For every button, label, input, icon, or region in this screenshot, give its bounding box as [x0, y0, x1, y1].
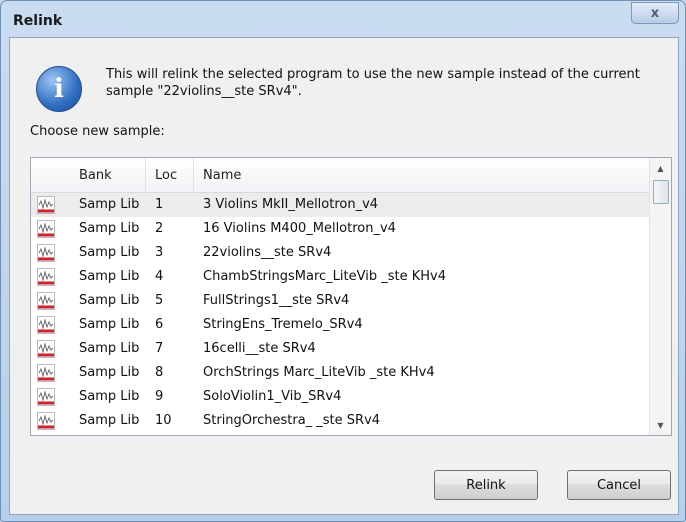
sample-list[interactable]: Bank Loc Name Samp Lib 1 3 Violins MkII_Me… — [30, 157, 672, 436]
waveform-icon — [37, 340, 55, 358]
list-item[interactable]: Samp Lib 10 StringOrchestra_ _ste SRv4 — [31, 409, 649, 433]
cell-loc: 9 — [155, 389, 164, 404]
dialog-title: Relink — [13, 13, 63, 29]
cell-bank: Samp Lib — [79, 269, 140, 284]
close-icon: x — [650, 5, 660, 21]
cell-loc: 7 — [155, 341, 164, 356]
cell-name: 22violins__ste SRv4 — [203, 245, 332, 260]
cell-bank: Samp Lib — [79, 245, 140, 260]
list-rows: Samp Lib 1 3 Violins MkII_Mellotron_v4 Samp… — [31, 193, 649, 433]
column-divider[interactable] — [193, 158, 194, 192]
cell-loc: 10 — [155, 413, 172, 428]
waveform-icon — [37, 220, 55, 238]
list-item[interactable]: Samp Lib 9 SoloViolin1_Vib_SRv4 — [31, 385, 649, 409]
cell-name: FullStrings1__ste SRv4 — [203, 293, 350, 308]
cell-loc: 5 — [155, 293, 164, 308]
cell-loc: 2 — [155, 221, 164, 236]
list-item[interactable]: Samp Lib 6 StringEns_Tremelo_SRv4 — [31, 313, 649, 337]
list-item[interactable]: Samp Lib 1 3 Violins MkII_Mellotron_v4 — [31, 193, 649, 217]
list-item[interactable]: Samp Lib 3 22violins__ste SRv4 — [31, 241, 649, 265]
dialog-body: i This will relink the selected program … — [9, 37, 679, 515]
cell-name: StringOrchestra_ _ste SRv4 — [203, 413, 381, 428]
waveform-icon — [37, 268, 55, 286]
waveform-icon — [37, 364, 55, 382]
relink-dialog: Relink x i This will relink the selected… — [0, 0, 686, 522]
cell-bank: Samp Lib — [79, 389, 140, 404]
cell-bank: Samp Lib — [79, 341, 140, 356]
message-text: This will relink the selected program to… — [106, 66, 666, 100]
cell-name: StringEns_Tremelo_SRv4 — [203, 317, 363, 332]
cell-name: 16celli__ste SRv4 — [203, 341, 316, 356]
column-header-name[interactable]: Name — [203, 168, 241, 183]
message-line-2: sample "22violins__ste SRv4". — [106, 84, 302, 99]
column-header-loc[interactable]: Loc — [155, 168, 177, 183]
cell-loc: 1 — [155, 197, 164, 212]
cell-bank: Samp Lib — [79, 413, 140, 428]
waveform-icon — [37, 388, 55, 406]
scroll-down-arrow-icon[interactable]: ▼ — [650, 415, 671, 435]
waveform-icon — [37, 196, 55, 214]
list-item[interactable]: Samp Lib 5 FullStrings1__ste SRv4 — [31, 289, 649, 313]
title-bar[interactable]: Relink x — [1, 1, 685, 37]
cancel-button[interactable]: Cancel — [567, 470, 671, 500]
cell-name: OrchStrings Marc_LiteVib _ste KHv4 — [203, 365, 435, 380]
cell-bank: Samp Lib — [79, 365, 140, 380]
choose-sample-label: Choose new sample: — [30, 124, 165, 139]
cell-name: ChambStringsMarc_LiteVib _ste KHv4 — [203, 269, 446, 284]
relink-button[interactable]: Relink — [434, 470, 538, 500]
info-icon: i — [36, 66, 82, 112]
close-button[interactable]: x — [631, 2, 679, 24]
waveform-icon — [37, 292, 55, 310]
vertical-scrollbar[interactable]: ▲ ▼ — [649, 158, 671, 435]
message-line-1: This will relink the selected program to… — [106, 67, 640, 82]
column-header-bank[interactable]: Bank — [79, 168, 112, 183]
scroll-up-arrow-icon[interactable]: ▲ — [650, 158, 671, 178]
cell-bank: Samp Lib — [79, 293, 140, 308]
cell-loc: 3 — [155, 245, 164, 260]
cell-bank: Samp Lib — [79, 317, 140, 332]
list-header: Bank Loc Name — [31, 158, 649, 193]
list-item[interactable]: Samp Lib 7 16celli__ste SRv4 — [31, 337, 649, 361]
scrollbar-thumb[interactable] — [653, 180, 669, 204]
cell-loc: 4 — [155, 269, 164, 284]
cell-name: SoloViolin1_Vib_SRv4 — [203, 389, 342, 404]
list-item[interactable]: Samp Lib 4 ChambStringsMarc_LiteVib _ste K… — [31, 265, 649, 289]
column-divider[interactable] — [145, 158, 146, 192]
list-item[interactable]: Samp Lib 2 16 Violins M400_Mellotron_v4 — [31, 217, 649, 241]
waveform-icon — [37, 412, 55, 430]
waveform-icon — [37, 316, 55, 334]
cell-loc: 6 — [155, 317, 164, 332]
waveform-icon — [37, 244, 55, 262]
list-item[interactable]: Samp Lib 8 OrchStrings Marc_LiteVib _ste K… — [31, 361, 649, 385]
cell-loc: 8 — [155, 365, 164, 380]
cell-bank: Samp Lib — [79, 221, 140, 236]
cell-name: 3 Violins MkII_Mellotron_v4 — [203, 197, 379, 212]
cell-name: 16 Violins M400_Mellotron_v4 — [203, 221, 396, 236]
cell-bank: Samp Lib — [79, 197, 140, 212]
